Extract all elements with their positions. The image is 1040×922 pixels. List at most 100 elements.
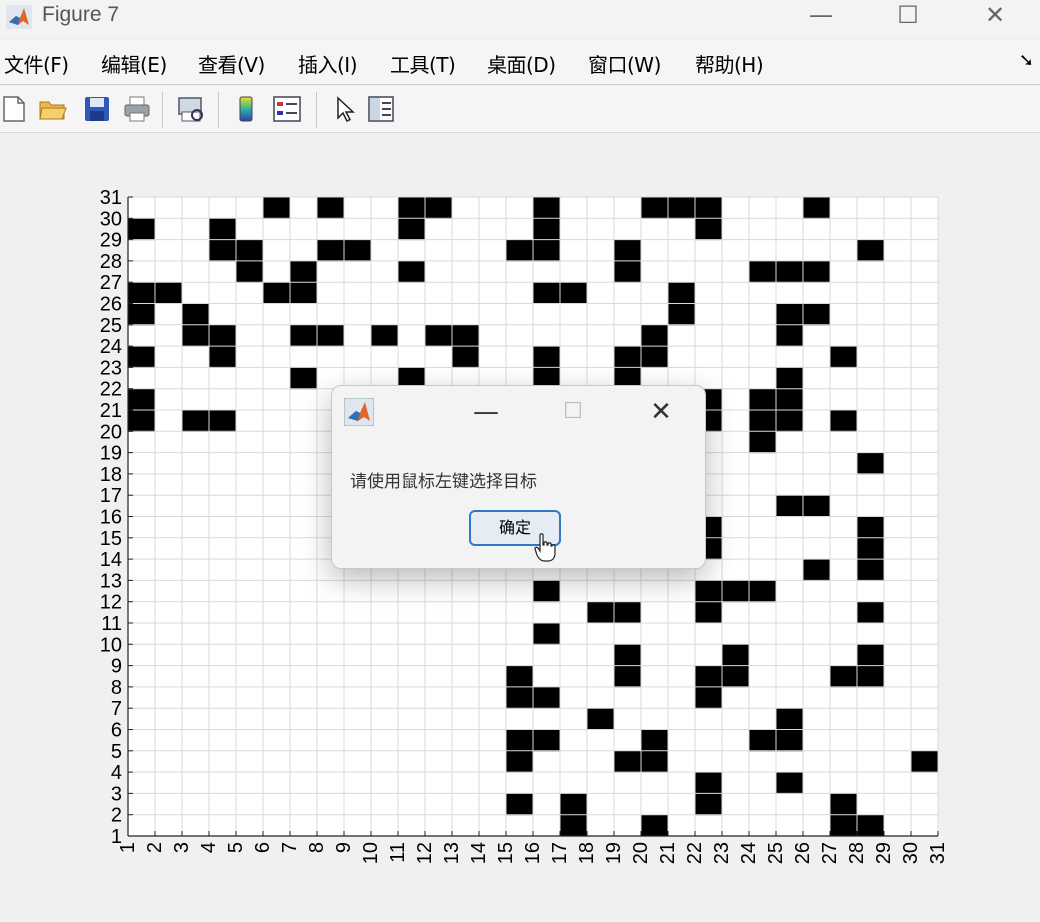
obstacle-cell (317, 197, 345, 219)
obstacle-cell (857, 239, 885, 262)
obstacle-cell (290, 260, 318, 283)
y-tick-label: 29 (100, 230, 122, 252)
obstacle-cell (749, 580, 777, 603)
y-tick-label: 18 (100, 464, 122, 486)
obstacle-cell (857, 601, 885, 624)
x-tick-label: 14 (468, 842, 490, 864)
obstacle-cell (668, 282, 696, 304)
obstacle-cell (209, 346, 237, 368)
obstacle-cell (533, 239, 561, 262)
x-tick-label: 6 (252, 842, 274, 853)
obstacle-cell (641, 814, 669, 837)
obstacle-cell (182, 303, 210, 326)
obstacle-cell (182, 410, 210, 432)
dialog-close-button[interactable]: ✕ (636, 396, 686, 432)
obstacle-cell (803, 495, 831, 517)
y-tick-label: 26 (100, 294, 122, 316)
y-tick-label: 15 (100, 528, 122, 550)
obstacle-cell (398, 218, 426, 241)
obstacle-cell (776, 772, 804, 794)
obstacle-cell (830, 346, 858, 368)
y-tick-label: 14 (100, 549, 122, 571)
y-tick-label: 28 (100, 251, 122, 273)
obstacle-cell (533, 686, 561, 709)
y-tick-label: 24 (100, 336, 122, 358)
x-tick-label: 3 (171, 842, 193, 853)
obstacle-cell (830, 793, 858, 816)
obstacle-cell (209, 410, 237, 432)
obstacle-cell (209, 218, 237, 241)
obstacle-cell (560, 282, 588, 304)
obstacle-cell (695, 686, 723, 709)
obstacle-cell (128, 388, 156, 411)
x-tick-label: 24 (738, 842, 760, 864)
obstacle-cell (209, 324, 237, 347)
x-tick-label: 17 (549, 842, 571, 864)
obstacle-cell (560, 793, 588, 816)
x-tick-label: 15 (495, 842, 517, 864)
x-tick-label: 2 (144, 842, 166, 853)
obstacle-cell (695, 580, 723, 603)
obstacle-cell (587, 708, 615, 730)
obstacle-cell (803, 559, 831, 581)
obstacle-cell (263, 197, 291, 219)
obstacle-cell (506, 750, 534, 773)
obstacle-cell (533, 197, 561, 219)
x-tick-label: 13 (441, 842, 463, 864)
obstacle-cell (641, 346, 669, 368)
obstacle-cell (749, 729, 777, 752)
obstacle-cell (506, 665, 534, 688)
obstacle-cell (776, 388, 804, 411)
x-tick-label: 12 (414, 842, 436, 864)
obstacle-cell (803, 197, 831, 219)
obstacle-cell (344, 239, 372, 262)
obstacle-cell (533, 218, 561, 241)
obstacle-cell (533, 282, 561, 304)
matlab-logo-icon (344, 398, 374, 426)
obstacle-cell (614, 665, 642, 688)
obstacle-cell (290, 367, 318, 390)
obstacle-cell (668, 197, 696, 219)
y-tick-label: 17 (100, 485, 122, 507)
y-tick-label: 13 (100, 570, 122, 592)
obstacle-cell (641, 729, 669, 752)
obstacle-cell (776, 367, 804, 390)
x-tick-label: 4 (198, 842, 220, 853)
obstacle-cell (857, 516, 885, 539)
y-tick-label: 10 (100, 634, 122, 656)
obstacle-cell (857, 559, 885, 581)
y-tick-label: 8 (111, 677, 122, 699)
dialog-message: 请使用鼠标左键选择目标 (350, 472, 537, 492)
obstacle-cell (668, 303, 696, 326)
x-tick-label: 25 (765, 842, 787, 864)
obstacle-cell (506, 793, 534, 816)
obstacle-cell (425, 197, 453, 219)
obstacle-cell (128, 303, 156, 326)
dialog-minimize-button[interactable]: — (461, 396, 511, 432)
obstacle-cell (776, 260, 804, 283)
obstacle-cell (425, 324, 453, 347)
y-tick-label: 4 (111, 762, 122, 784)
y-tick-label: 9 (111, 656, 122, 678)
obstacle-cell (830, 814, 858, 837)
x-tick-label: 28 (846, 842, 868, 864)
obstacle-cell (830, 410, 858, 432)
obstacle-cell (695, 793, 723, 816)
y-tick-label: 19 (100, 443, 122, 465)
obstacle-cell (695, 772, 723, 794)
obstacle-cell (722, 580, 750, 603)
obstacle-cell (641, 197, 669, 219)
obstacle-cell (128, 346, 156, 368)
x-tick-label: 21 (657, 842, 679, 864)
y-tick-label: 2 (111, 805, 122, 827)
obstacle-cell (857, 644, 885, 667)
obstacle-cell (776, 495, 804, 517)
obstacle-cell (614, 750, 642, 773)
y-tick-label: 11 (101, 613, 122, 635)
y-tick-label: 16 (100, 507, 122, 529)
obstacle-cell (263, 282, 291, 304)
y-tick-label: 20 (100, 421, 122, 443)
obstacle-cell (128, 410, 156, 432)
obstacle-cell (533, 580, 561, 603)
x-tick-label: 29 (873, 842, 895, 864)
